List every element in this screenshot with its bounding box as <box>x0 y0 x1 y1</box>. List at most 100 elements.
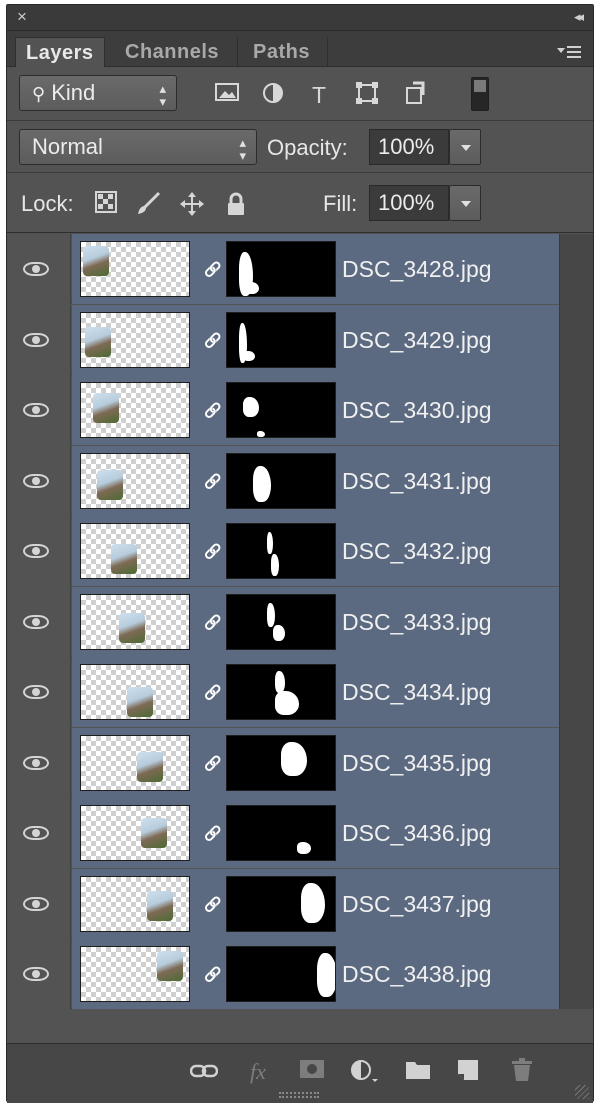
shape-filter-icon[interactable] <box>353 81 381 109</box>
layer-mask-thumbnail[interactable] <box>226 946 336 1002</box>
fill-slider-button[interactable] <box>449 185 481 221</box>
layer-name[interactable]: DSC_3432.jpg <box>342 516 492 586</box>
new-layer-icon[interactable] <box>453 1058 483 1086</box>
filter-toggle-switch[interactable] <box>471 77 489 111</box>
mask-link-icon[interactable]: 🔗 <box>204 468 221 494</box>
tab-paths[interactable]: Paths <box>243 37 320 67</box>
mask-link-icon[interactable]: 🔗 <box>204 609 221 635</box>
layer-style-icon[interactable]: fx <box>243 1058 273 1086</box>
layer-name[interactable]: DSC_3435.jpg <box>342 728 492 798</box>
smart-object-filter-icon[interactable] <box>401 81 429 109</box>
layer-thumbnail[interactable] <box>80 311 190 368</box>
add-mask-icon[interactable] <box>297 1058 327 1086</box>
visibility-toggle[interactable] <box>7 234 71 304</box>
layer-mask-thumbnail[interactable] <box>226 593 336 650</box>
layer-row[interactable]: 🔗 DSC_3431.jpg <box>7 445 559 516</box>
layer-thumbnail[interactable] <box>80 805 190 861</box>
close-icon[interactable]: × <box>17 8 27 26</box>
layer-mask-thumbnail[interactable] <box>226 734 336 791</box>
layer-row[interactable]: 🔗 DSC_3430.jpg <box>7 375 559 445</box>
fill-input[interactable]: 100% <box>369 185 449 221</box>
tab-channels[interactable]: Channels <box>115 37 229 67</box>
visibility-toggle[interactable] <box>7 939 71 1009</box>
layer-row[interactable]: 🔗 DSC_3438.jpg <box>7 939 559 1009</box>
delete-layer-icon[interactable] <box>507 1058 537 1086</box>
blend-mode-select[interactable]: Normal ▴ ▾ <box>19 129 257 165</box>
layer-mask-thumbnail[interactable] <box>226 523 336 579</box>
image-filter-icon[interactable] <box>213 81 241 109</box>
layer-name[interactable]: DSC_3428.jpg <box>342 234 492 304</box>
layer-row[interactable]: 🔗 DSC_3432.jpg <box>7 516 559 586</box>
layer-thumbnail[interactable] <box>80 523 190 579</box>
panel-menu-icon[interactable] <box>557 45 583 61</box>
layer-selection-highlight: 🔗 DSC_3431.jpg <box>72 445 559 516</box>
visibility-toggle[interactable] <box>7 727 71 798</box>
mask-link-icon[interactable]: 🔗 <box>204 538 221 564</box>
layer-thumbnail[interactable] <box>80 382 190 438</box>
tab-layers[interactable]: Layers <box>15 37 105 67</box>
layer-row[interactable]: 🔗 DSC_3437.jpg <box>7 868 559 939</box>
layer-row[interactable]: 🔗 DSC_3436.jpg <box>7 798 559 868</box>
layer-name[interactable]: DSC_3429.jpg <box>342 305 492 375</box>
mask-link-icon[interactable]: 🔗 <box>204 820 221 846</box>
adjustment-layer-icon[interactable] <box>349 1058 379 1086</box>
layer-mask-thumbnail[interactable] <box>226 664 336 720</box>
layer-mask-thumbnail[interactable] <box>226 875 336 932</box>
layer-name[interactable]: DSC_3434.jpg <box>342 657 492 727</box>
type-filter-icon[interactable]: T <box>305 81 333 109</box>
mask-link-icon[interactable]: 🔗 <box>204 679 221 705</box>
layer-name[interactable]: DSC_3430.jpg <box>342 375 492 445</box>
visibility-toggle[interactable] <box>7 586 71 657</box>
lock-all-icon[interactable] <box>223 191 249 217</box>
lock-position-icon[interactable] <box>179 191 205 217</box>
layer-mask-thumbnail[interactable] <box>226 382 336 438</box>
mask-link-icon[interactable]: 🔗 <box>204 750 221 776</box>
layer-thumbnail[interactable] <box>80 946 190 1002</box>
mask-link-icon[interactable]: 🔗 <box>204 327 221 353</box>
layer-name[interactable]: DSC_3431.jpg <box>342 446 492 516</box>
layer-thumbnail[interactable] <box>80 452 190 509</box>
layer-name[interactable]: DSC_3433.jpg <box>342 587 492 657</box>
visibility-toggle[interactable] <box>7 868 71 939</box>
panel-resize-corner[interactable] <box>575 1085 589 1099</box>
layer-name[interactable]: DSC_3436.jpg <box>342 798 492 868</box>
layer-row[interactable]: 🔗 DSC_3433.jpg <box>7 586 559 657</box>
layer-name[interactable]: DSC_3437.jpg <box>342 869 492 939</box>
layer-thumbnail[interactable] <box>80 875 190 932</box>
filter-kind-select[interactable]: ⚲ Kind ▴ ▾ <box>19 75 177 111</box>
layer-list-scrollbar[interactable] <box>559 234 593 1009</box>
opacity-slider-button[interactable] <box>449 129 481 165</box>
layer-row[interactable]: 🔗 DSC_3435.jpg <box>7 727 559 798</box>
visibility-toggle[interactable] <box>7 445 71 516</box>
new-group-folder-icon[interactable] <box>403 1058 433 1086</box>
lock-transparent-pixels-icon[interactable] <box>93 191 119 217</box>
visibility-toggle[interactable] <box>7 375 71 445</box>
layer-mask-thumbnail[interactable] <box>226 805 336 861</box>
panel-resize-grip[interactable] <box>279 1092 319 1098</box>
mask-link-icon[interactable]: 🔗 <box>204 891 221 917</box>
layer-mask-thumbnail[interactable] <box>226 452 336 509</box>
layer-row[interactable]: 🔗 DSC_3428.jpg <box>7 234 559 304</box>
visibility-toggle[interactable] <box>7 798 71 868</box>
layer-thumbnail[interactable] <box>80 664 190 720</box>
lock-image-pixels-icon[interactable] <box>135 191 161 217</box>
layer-thumbnail[interactable] <box>80 593 190 650</box>
visibility-toggle[interactable] <box>7 304 71 375</box>
link-layers-icon[interactable] <box>189 1058 219 1086</box>
collapse-icon[interactable]: ◂◂ <box>574 9 584 25</box>
layer-thumbnail[interactable] <box>80 241 190 297</box>
panel-titlebar: × ◂◂ <box>7 5 593 31</box>
layer-name[interactable]: DSC_3438.jpg <box>342 939 492 1009</box>
mask-link-icon[interactable]: 🔗 <box>204 397 221 423</box>
layer-mask-thumbnail[interactable] <box>226 311 336 368</box>
layer-row[interactable]: 🔗 DSC_3434.jpg <box>7 657 559 727</box>
adjustment-filter-icon[interactable] <box>259 81 287 109</box>
mask-link-icon[interactable]: 🔗 <box>204 961 221 987</box>
mask-link-icon[interactable]: 🔗 <box>204 256 221 282</box>
layer-row[interactable]: 🔗 DSC_3429.jpg <box>7 304 559 375</box>
layer-mask-thumbnail[interactable] <box>226 241 336 297</box>
layer-thumbnail[interactable] <box>80 734 190 791</box>
visibility-toggle[interactable] <box>7 657 71 727</box>
visibility-toggle[interactable] <box>7 516 71 586</box>
opacity-input[interactable]: 100% <box>369 129 449 165</box>
